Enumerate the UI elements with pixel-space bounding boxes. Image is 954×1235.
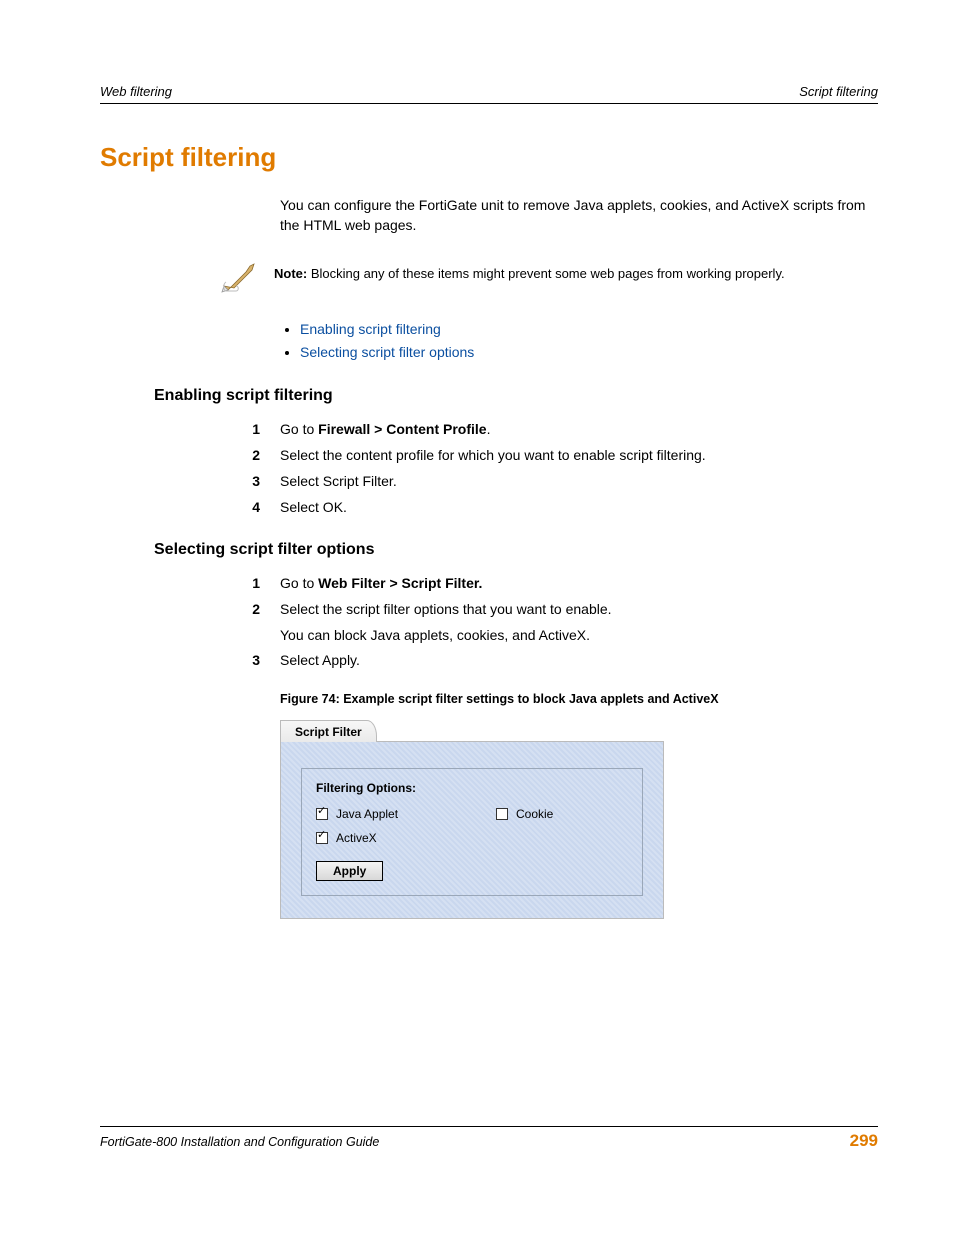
step-subtext: You can block Java applets, cookies, and… <box>280 623 878 649</box>
step-body: Select Script Filter. <box>280 469 878 495</box>
step-body: Go to Firewall > Content Profile. <box>280 417 878 443</box>
page-number: 299 <box>850 1131 878 1151</box>
checkbox-activex[interactable] <box>316 832 328 844</box>
section-heading-enabling: Enabling script filtering <box>154 387 878 405</box>
checkbox-cookie[interactable] <box>496 808 508 820</box>
checkbox-label-activex: ActiveX <box>336 831 377 845</box>
step-suffix: . <box>487 421 491 437</box>
note-body: Blocking any of these items might preven… <box>307 266 784 281</box>
toc-link-selecting[interactable]: Selecting script filter options <box>300 344 474 360</box>
step-body: Select OK. <box>280 495 878 521</box>
note-label: Note: <box>274 266 307 281</box>
intro-paragraph: You can configure the FortiGate unit to … <box>280 195 878 236</box>
step-number: 1 <box>240 571 280 597</box>
step-body: Select the content profile for which you… <box>280 443 878 469</box>
step-row: 3 Select Apply. <box>240 648 878 674</box>
toc-list: Enabling script filtering Selecting scri… <box>300 318 878 366</box>
step-body: Select Apply. <box>280 648 878 674</box>
step-body: Go to Web Filter > Script Filter. <box>280 571 878 597</box>
header-right: Script filtering <box>799 84 878 99</box>
header-left: Web filtering <box>100 84 172 99</box>
step-bold: Firewall > Content Profile <box>318 421 486 437</box>
step-row: 2 Select the content profile for which y… <box>240 443 878 469</box>
step-row: 1 Go to Firewall > Content Profile. <box>240 417 878 443</box>
settings-panel: Filtering Options: Java Applet Cookie Ac… <box>280 741 664 919</box>
step-prefix: Go to <box>280 421 318 437</box>
step-body: Select the script filter options that yo… <box>280 597 878 649</box>
toc-link-enabling[interactable]: Enabling script filtering <box>300 321 441 337</box>
checkbox-label-java: Java Applet <box>336 807 398 821</box>
note-block: Note: Blocking any of these items might … <box>220 260 878 294</box>
step-bold: Web Filter > Script Filter. <box>318 575 482 591</box>
tab-script-filter[interactable]: Script Filter <box>280 720 377 742</box>
footer-rule <box>100 1126 878 1127</box>
step-text: Select the script filter options that yo… <box>280 601 612 617</box>
options-fieldset: Filtering Options: Java Applet Cookie Ac… <box>301 768 643 896</box>
step-number: 3 <box>240 648 280 674</box>
step-number: 2 <box>240 443 280 469</box>
figure-screenshot: Script Filter Filtering Options: Java Ap… <box>280 720 664 919</box>
step-row: 2 Select the script filter options that … <box>240 597 878 649</box>
note-text: Note: Blocking any of these items might … <box>274 260 785 281</box>
figure-caption: Figure 74: Example script filter setting… <box>280 692 878 706</box>
checkbox-label-cookie: Cookie <box>516 807 553 821</box>
step-row: 4 Select OK. <box>240 495 878 521</box>
step-number: 3 <box>240 469 280 495</box>
panel-heading: Filtering Options: <box>316 781 628 795</box>
step-prefix: Go to <box>280 575 318 591</box>
step-number: 1 <box>240 417 280 443</box>
step-row: 3 Select Script Filter. <box>240 469 878 495</box>
page-title: Script filtering <box>100 142 878 173</box>
section-heading-selecting: Selecting script filter options <box>154 541 878 559</box>
checkbox-java-applet[interactable] <box>316 808 328 820</box>
apply-button[interactable]: Apply <box>316 861 383 881</box>
step-number: 4 <box>240 495 280 521</box>
step-row: 1 Go to Web Filter > Script Filter. <box>240 571 878 597</box>
step-number: 2 <box>240 597 280 649</box>
footer-doc-title: FortiGate-800 Installation and Configura… <box>100 1135 379 1149</box>
note-pencil-icon <box>220 260 260 294</box>
header-rule <box>100 103 878 104</box>
